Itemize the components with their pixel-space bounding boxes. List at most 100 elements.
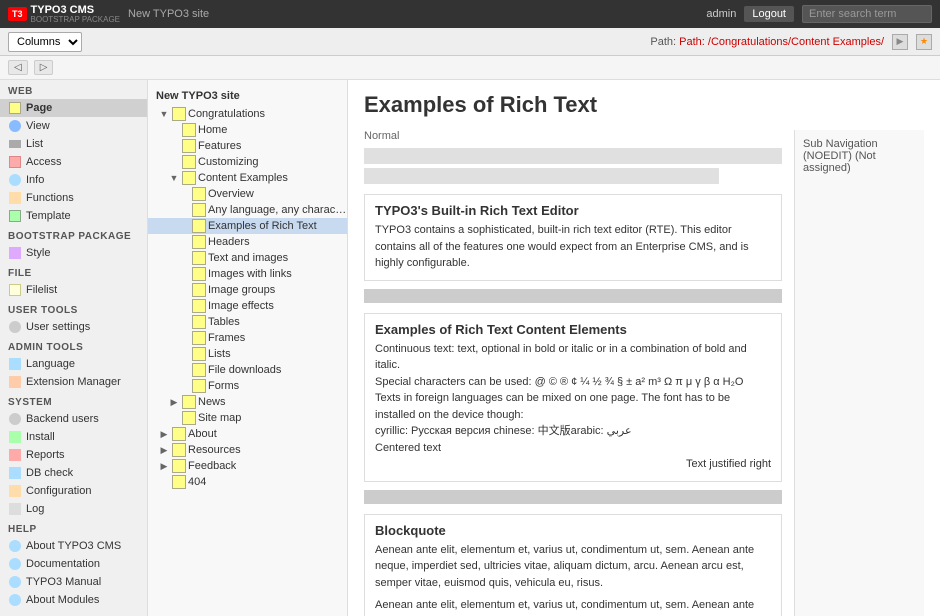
sidebar-item-about-typo3[interactable]: About TYPO3 CMS xyxy=(0,537,147,555)
tree-item-overview[interactable]: Overview xyxy=(148,186,347,202)
tree-item-404[interactable]: 404 xyxy=(148,474,347,490)
tree-item-text-frames: Frames xyxy=(208,332,245,344)
sidebar-section-user-tools: USER TOOLS xyxy=(0,299,147,318)
tree-page-icon-file-downloads xyxy=(192,363,206,377)
tree-page-icon-congratulations xyxy=(172,107,186,121)
list-icon xyxy=(8,137,22,151)
tree-toggle-about[interactable]: ▶ xyxy=(158,428,170,440)
sidebar-item-extension-manager[interactable]: Extension Manager xyxy=(0,373,147,391)
tree-item-frames[interactable]: Frames xyxy=(148,330,347,346)
tree-toggle-image-groups xyxy=(178,284,190,296)
module-toolbar: Columns Path: Path: /Congratulations/Con… xyxy=(0,28,940,56)
tree-item-feedback[interactable]: ▶ Feedback xyxy=(148,458,347,474)
elements-text4: cyrillic: Русская версия chinese: 中文版ara… xyxy=(375,423,771,440)
tree-toggle-text-images xyxy=(178,252,190,264)
sidebar-item-log[interactable]: Log xyxy=(0,500,147,518)
sidebar-item-label-extension-manager: Extension Manager xyxy=(26,376,121,388)
sidebar-item-style[interactable]: Style xyxy=(0,244,147,262)
tree-item-home[interactable]: Home xyxy=(148,122,347,138)
sidebar-item-filelist[interactable]: Filelist xyxy=(0,281,147,299)
tree-page-icon-any-language xyxy=(192,203,206,217)
tree-item-file-downloads[interactable]: File downloads xyxy=(148,362,347,378)
tree-item-tables[interactable]: Tables xyxy=(148,314,347,330)
sidebar-item-reports[interactable]: Reports xyxy=(0,446,147,464)
tree-item-text-resources: Resources xyxy=(188,444,241,456)
sidebar-item-about-modules[interactable]: About Modules xyxy=(0,591,147,609)
sidebar-item-backend-users[interactable]: Backend users xyxy=(0,410,147,428)
tree-item-congratulations[interactable]: ▼ Congratulations xyxy=(148,106,347,122)
sidebar-item-label-language: Language xyxy=(26,358,75,370)
tree-item-features[interactable]: Features xyxy=(148,138,347,154)
gray-bar-2 xyxy=(364,168,719,184)
tree-toggle-content-examples[interactable]: ▼ xyxy=(168,172,180,184)
sidebar-item-user-settings[interactable]: User settings xyxy=(0,318,147,336)
elements-title: Examples of Rich Text Content Elements xyxy=(375,322,771,337)
rte-title: TYPO3's Built-in Rich Text Editor xyxy=(375,203,771,218)
sidebar-item-access[interactable]: Access xyxy=(0,153,147,171)
tree-item-images-links[interactable]: Images with links xyxy=(148,266,347,282)
sidebar-item-info[interactable]: Info xyxy=(0,171,147,189)
tree-item-text-feedback: Feedback xyxy=(188,460,236,472)
sidebar-section-web: WEB xyxy=(0,80,147,99)
search-input[interactable] xyxy=(802,5,932,23)
tree-item-image-groups[interactable]: Image groups xyxy=(148,282,347,298)
dbcheck-icon xyxy=(8,466,22,480)
lang-icon xyxy=(8,357,22,371)
tree-item-text-congratulations: Congratulations xyxy=(188,108,265,120)
columns-select[interactable]: Columns xyxy=(8,32,82,52)
next-page-icon[interactable]: ★ xyxy=(916,34,932,50)
tree-item-lists[interactable]: Lists xyxy=(148,346,347,362)
tree-item-text-lists: Lists xyxy=(208,348,231,360)
sidebar-item-install[interactable]: Install xyxy=(0,428,147,446)
style-icon xyxy=(8,246,22,260)
blockquote-text2: Aenean ante elit, elementum et, varius u… xyxy=(375,597,771,616)
tree-item-text-images[interactable]: Text and images xyxy=(148,250,347,266)
sidebar-item-template[interactable]: Template xyxy=(0,207,147,225)
tree-item-any-language[interactable]: Any language, any character xyxy=(148,202,347,218)
sidebar-item-typo3-manual[interactable]: TYPO3 Manual xyxy=(0,573,147,591)
sidebar-item-functions[interactable]: Functions xyxy=(0,189,147,207)
sidebar-item-label-style: Style xyxy=(26,247,50,259)
tree-item-rich-text[interactable]: Examples of Rich Text xyxy=(148,218,347,234)
tree-item-text-about: About xyxy=(188,428,217,440)
divider-bar-1 xyxy=(364,289,782,303)
sidebar-item-configuration[interactable]: Configuration xyxy=(0,482,147,500)
tree-toggle-forms xyxy=(178,380,190,392)
sidebar-item-view[interactable]: View xyxy=(0,117,147,135)
tree-item-resources[interactable]: ▶ Resources xyxy=(148,442,347,458)
tree-item-text-404: 404 xyxy=(188,476,206,488)
content-columns: Normal TYPO3's Built-in Rich Text Editor… xyxy=(364,130,924,616)
tree-item-site-map[interactable]: Site map xyxy=(148,410,347,426)
tree-item-text-content-examples: Content Examples xyxy=(198,172,288,184)
tree-toggle-congratulations[interactable]: ▼ xyxy=(158,108,170,120)
install-icon xyxy=(8,430,22,444)
tree-toggle-feedback[interactable]: ▶ xyxy=(158,460,170,472)
prev-page-icon[interactable]: ▶ xyxy=(892,34,908,50)
forward-icon[interactable]: ▷ xyxy=(34,60,54,75)
sidebar-item-documentation[interactable]: Documentation xyxy=(0,555,147,573)
back-icon[interactable]: ◁ xyxy=(8,60,28,75)
logout-button[interactable]: Logout xyxy=(744,6,794,22)
tree-toggle-resources[interactable]: ▶ xyxy=(158,444,170,456)
tree-toggle-site-map xyxy=(168,412,180,424)
sidebar-item-page[interactable]: Page xyxy=(0,99,147,117)
tree-item-content-examples[interactable]: ▼ Content Examples xyxy=(148,170,347,186)
tree-page-icon-image-effects xyxy=(192,299,206,313)
normal-label: Normal xyxy=(364,130,782,142)
tree-item-headers[interactable]: Headers xyxy=(148,234,347,250)
sidebar-item-label-template: Template xyxy=(26,210,71,222)
sidebar-item-label-access: Access xyxy=(26,156,61,168)
tree-item-news[interactable]: ▶News xyxy=(148,394,347,410)
tree-item-image-effects[interactable]: Image effects xyxy=(148,298,347,314)
tree-item-forms[interactable]: Forms xyxy=(148,378,347,394)
tree-toggle-news[interactable]: ▶ xyxy=(168,396,180,408)
sidebar-item-list[interactable]: List xyxy=(0,135,147,153)
sidebar-item-language[interactable]: Language xyxy=(0,355,147,373)
tree-item-customizing[interactable]: Customizing xyxy=(148,154,347,170)
sidebar-item-db-check[interactable]: DB check xyxy=(0,464,147,482)
tree-page-icon-forms xyxy=(192,379,206,393)
blockquote-text1: Aenean ante elit, elementum et, varius u… xyxy=(375,542,771,592)
func-icon xyxy=(8,191,22,205)
tree-item-about[interactable]: ▶ About xyxy=(148,426,347,442)
sidebar-item-label-view: View xyxy=(26,120,50,132)
